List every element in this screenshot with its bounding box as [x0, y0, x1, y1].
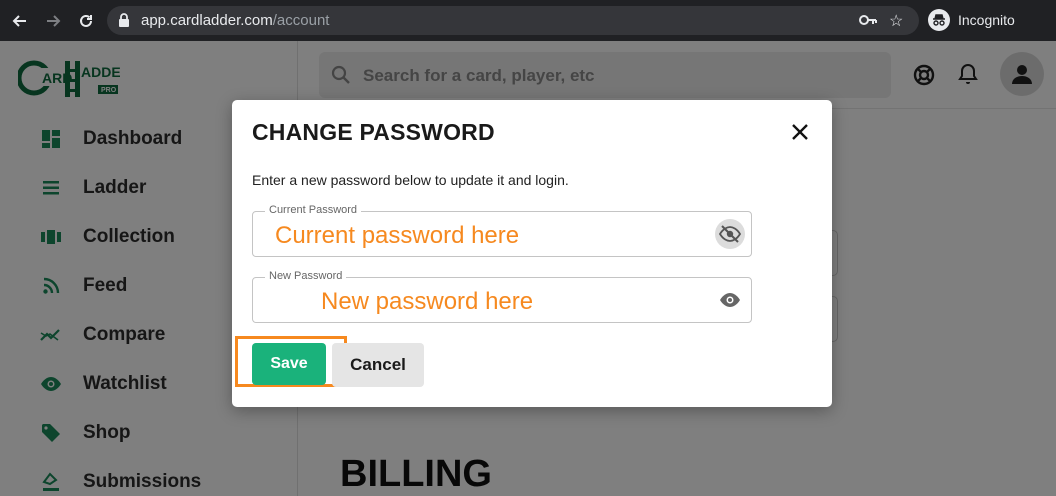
- new-password-field[interactable]: New Password New password here: [252, 270, 752, 323]
- incognito-icon: [928, 9, 950, 31]
- current-password-label: Current Password: [265, 204, 362, 216]
- address-bar[interactable]: app.cardladder.com/account ☆: [107, 6, 919, 35]
- change-password-dialog: CHANGE PASSWORD Enter a new password bel…: [232, 100, 832, 407]
- bookmark-star-icon[interactable]: ☆: [889, 11, 903, 31]
- save-button[interactable]: Save: [252, 343, 326, 385]
- visibility-icon[interactable]: [715, 285, 745, 315]
- current-password-field[interactable]: Current Password Current password here: [252, 204, 752, 257]
- key-icon[interactable]: [859, 13, 877, 32]
- url-path: /account: [272, 12, 330, 29]
- reload-icon[interactable]: [75, 10, 97, 32]
- url-host: app.cardladder.com: [141, 12, 273, 29]
- incognito-label: Incognito: [958, 12, 1015, 28]
- forward-arrow-icon[interactable]: [42, 10, 64, 32]
- new-password-label: New Password: [265, 270, 347, 282]
- dialog-title: CHANGE PASSWORD: [252, 119, 495, 145]
- close-icon[interactable]: [790, 122, 810, 142]
- url-text: app.cardladder.com/account: [141, 12, 329, 29]
- back-arrow-icon[interactable]: [9, 10, 31, 32]
- current-password-value: Current password here: [275, 222, 520, 249]
- dialog-description: Enter a new password below to update it …: [252, 172, 569, 188]
- browser-toolbar: app.cardladder.com/account ☆ Incognito: [0, 0, 1056, 41]
- cancel-button[interactable]: Cancel: [332, 343, 424, 387]
- new-password-value: New password here: [321, 288, 534, 315]
- visibility-off-icon[interactable]: [715, 219, 745, 249]
- incognito-profile[interactable]: Incognito: [928, 9, 1015, 31]
- lock-icon: [118, 13, 130, 32]
